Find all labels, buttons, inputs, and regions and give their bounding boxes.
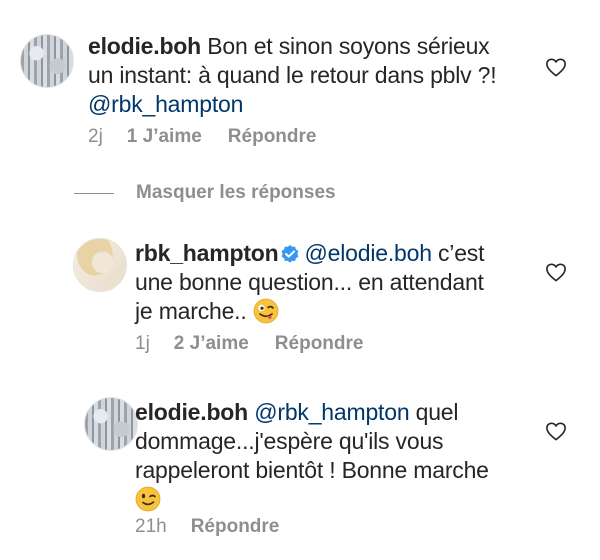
heart-icon[interactable] xyxy=(545,57,567,77)
comment-1-reply-button[interactable]: Répondre xyxy=(228,125,317,149)
comment-2-mention[interactable]: @elodie.boh xyxy=(304,240,432,266)
comment-3-text: quel xyxy=(409,399,459,425)
avatar-elodie-boh[interactable] xyxy=(84,397,138,451)
comment-3-body: elodie.boh @rbk_hampton quel dommage...j… xyxy=(135,398,535,514)
comment-2-reply-button[interactable]: Répondre xyxy=(275,332,364,356)
comment-3-meta: 21h Répondre xyxy=(135,515,279,539)
hide-replies-label: Masquer les réponses xyxy=(136,182,336,203)
comment-3-time: 21h xyxy=(135,516,167,537)
comment-1-text-line2: un instant: à quand le retour dans pblv … xyxy=(88,62,497,88)
comment-3-username[interactable]: elodie.boh xyxy=(135,399,248,425)
comment-1-time: 2j xyxy=(88,126,103,147)
comment-3-mention[interactable]: @rbk_hampton xyxy=(254,399,409,425)
comment-2-username[interactable]: rbk_hampton xyxy=(135,240,279,266)
heart-icon[interactable] xyxy=(545,421,567,441)
winking-face-with-tongue-emoji xyxy=(253,298,279,324)
comment-1-username[interactable]: elodie.boh xyxy=(88,33,201,59)
comments-thread: elodie.boh Bon et sinon soyons sérieux u… xyxy=(0,0,600,560)
comment-3-text-line3: rappeleront bientôt ! Bonne marche xyxy=(135,457,489,483)
winking-face-emoji xyxy=(135,486,161,512)
divider-line xyxy=(74,192,114,194)
comment-2-meta: 1j 2 J’aime Répondre xyxy=(135,332,363,356)
avatar-rbk-hampton[interactable] xyxy=(73,238,127,292)
comment-1-text: Bon et sinon soyons sérieux xyxy=(201,33,490,59)
comment-2-text: c’est xyxy=(431,240,485,266)
comment-2-text-line2: une bonne question... en attendant xyxy=(135,269,484,295)
comment-1-meta: 2j 1 J’aime Répondre xyxy=(88,125,316,149)
comment-1-mention[interactable]: @rbk_hampton xyxy=(88,91,243,117)
comment-2-likes[interactable]: 2 J’aime xyxy=(174,332,249,356)
hide-replies-button[interactable]: Masquer les réponses xyxy=(74,182,336,204)
comment-2-text-line3: je marche.. xyxy=(135,298,247,324)
verified-badge-icon xyxy=(282,245,299,263)
comment-2-body: rbk_hampton @elodie.boh c’est une bonne q… xyxy=(135,239,535,326)
comment-2-time: 1j xyxy=(135,333,150,354)
heart-icon[interactable] xyxy=(545,262,567,282)
comment-1-likes[interactable]: 1 J’aime xyxy=(127,125,202,149)
comment-1-body: elodie.boh Bon et sinon soyons sérieux u… xyxy=(88,32,538,119)
avatar-elodie-boh[interactable] xyxy=(20,34,74,88)
comment-3-text-line2: dommage...j'espère qu'ils vous xyxy=(135,428,444,454)
comment-3-reply-button[interactable]: Répondre xyxy=(191,515,280,539)
